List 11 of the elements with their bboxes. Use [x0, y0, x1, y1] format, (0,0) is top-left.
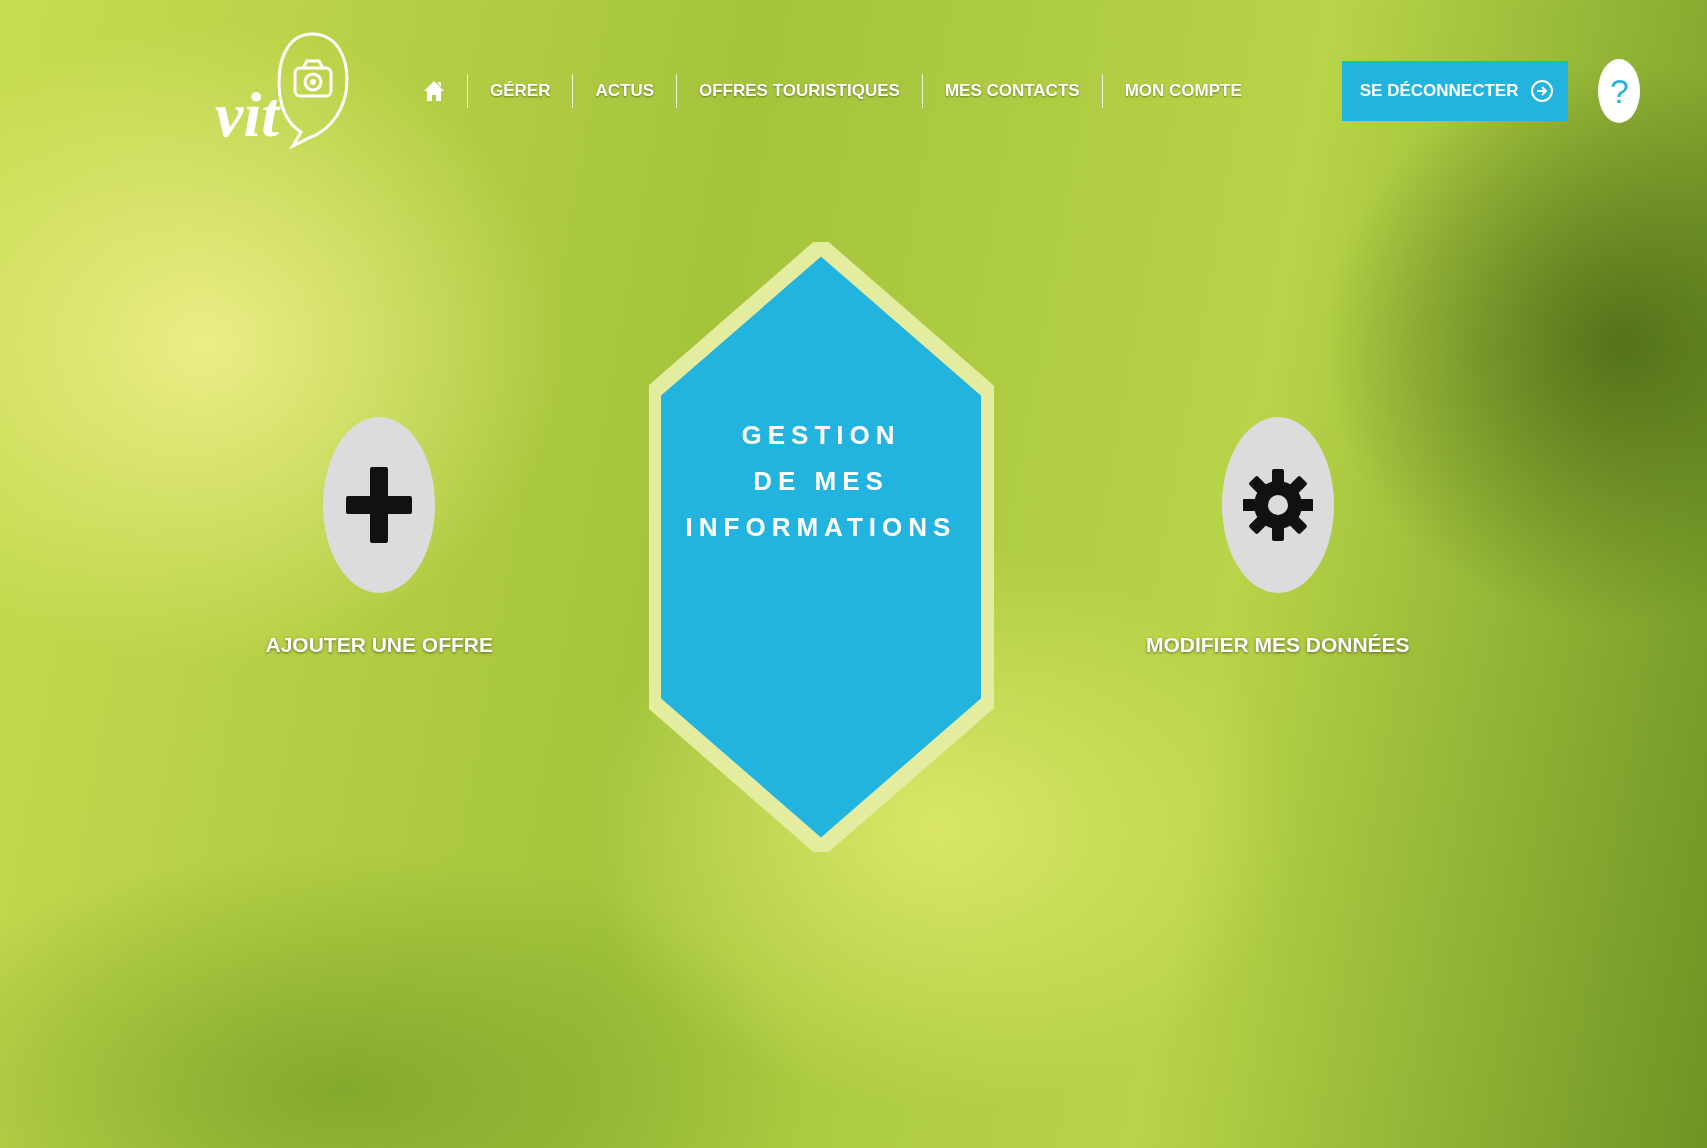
nav-link[interactable]: MON COMPTE [1102, 81, 1264, 101]
nav-link[interactable]: ACTUS [573, 81, 676, 101]
action-label[interactable]: AJOUTER UNE OFFRE [265, 633, 493, 657]
nav-link[interactable]: MES CONTACTS [922, 81, 1102, 101]
nav-link[interactable]: OFFRES TOURISTIQUES [677, 81, 922, 101]
logo-text[interactable]: vit [215, 78, 279, 152]
hexagon-title: GESTION DE MES INFORMATIONS [684, 419, 958, 544]
logout-button[interactable]: SE DÉCONNECTER [1341, 61, 1569, 121]
nav-link[interactable]: GÉRER [467, 81, 573, 101]
help-button[interactable]: ? [1598, 59, 1641, 123]
action-label[interactable]: MODIFIER MES DONNÉES [1145, 633, 1410, 657]
